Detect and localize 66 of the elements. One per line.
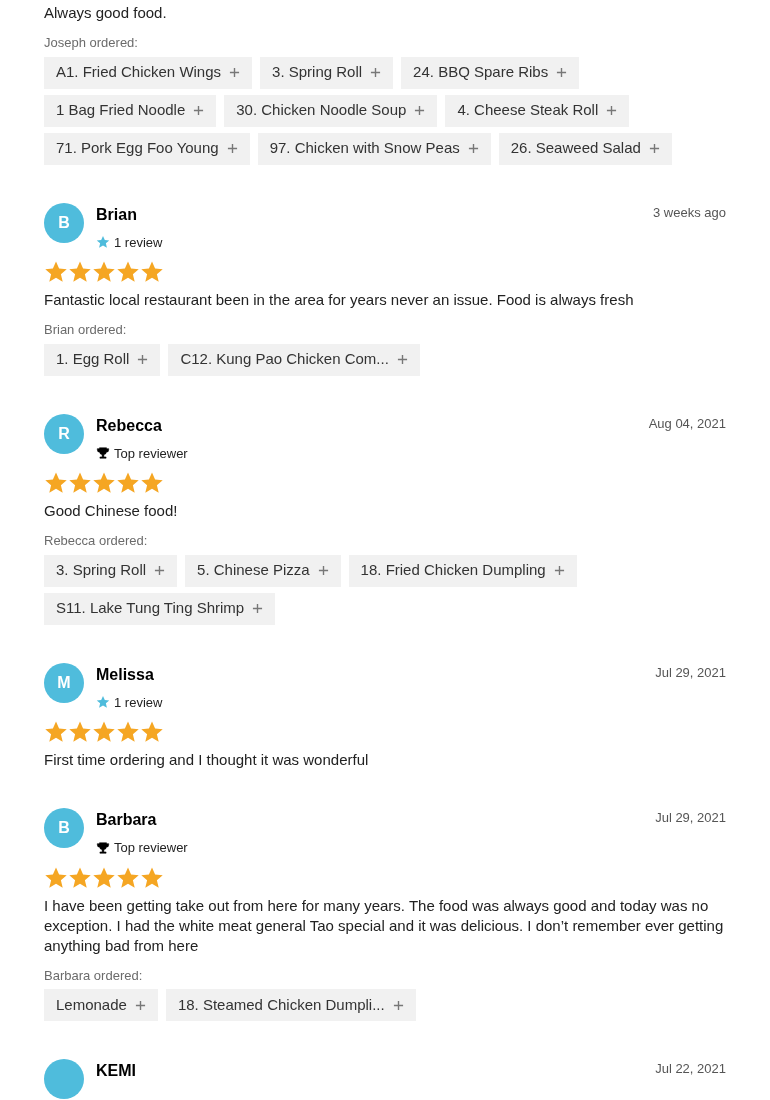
plus-icon — [317, 565, 329, 576]
review-text: Fantastic local restaurant been in the area for years never an issue. Food is always fresh — [44, 290, 635, 310]
plus-icon — [396, 354, 408, 365]
reviewer-label: 1 review — [114, 693, 163, 712]
menu-item-chip[interactable]: 30. Chicken Noodle Soup — [224, 94, 438, 127]
plus-icon — [193, 105, 205, 116]
avatar — [44, 1059, 84, 1099]
menu-item-chip[interactable]: 3. Spring Roll — [44, 554, 178, 587]
plus-icon — [606, 105, 618, 116]
plus-icon — [467, 143, 479, 154]
review-date: Aug 04, 2021 — [648, 414, 726, 433]
menu-item-chip[interactable]: C12. Kung Pao Chicken Com... — [168, 343, 420, 376]
plus-icon — [252, 603, 264, 614]
menu-item-chip[interactable]: 24. BBQ Spare Ribs — [401, 56, 580, 89]
plus-icon — [556, 67, 568, 78]
avatar: B — [44, 202, 84, 243]
reviewer-label: 1 review — [114, 233, 163, 252]
reviewer-label: Top reviewer — [114, 839, 188, 857]
menu-item-chip[interactable]: 1 Bag Fried Noodle — [44, 94, 217, 127]
plus-icon — [137, 354, 149, 365]
menu-item-chip[interactable]: 4. Cheese Steak Roll — [445, 94, 630, 127]
review-text: Good Chinese food! — [44, 501, 179, 521]
reviewer-name: Rebecca — [96, 415, 163, 436]
reviewer-name: KEMI — [96, 1061, 137, 1081]
reviewer-label: Top reviewer — [114, 444, 188, 463]
trophy-icon — [96, 446, 110, 461]
menu-item-chip[interactable]: 97. Chicken with Snow Peas — [257, 132, 491, 165]
menu-item-chip[interactable]: 26. Seaweed Salad — [498, 132, 672, 165]
avatar: B — [44, 808, 84, 848]
reviewer-name: Brian — [96, 204, 138, 225]
plus-icon — [154, 565, 166, 576]
plus-icon — [226, 143, 238, 154]
plus-icon — [648, 143, 660, 154]
menu-item-chip[interactable]: 3. Spring Roll — [260, 56, 394, 89]
menu-item-chip[interactable]: 71. Pork Egg Foo Young — [44, 132, 250, 165]
reviewer-name: Melissa — [96, 664, 155, 685]
avatar: R — [44, 413, 84, 454]
menu-item-chip[interactable]: 18. Steamed Chicken Dumpli... — [165, 989, 416, 1021]
menu-item-chip[interactable]: 18. Fried Chicken Dumpling — [348, 554, 577, 587]
plus-icon — [553, 565, 565, 576]
review-text: I have been getting take out from here for many years. The food was always good and today was no exception. I had the white meat general Tao special and it was delicious. I don’t remember ever getting anything bad from here — [44, 895, 725, 956]
menu-item-chip[interactable]: S11. Lake Tung Ting Shrimp — [44, 592, 276, 625]
menu-item-chip[interactable]: Lemonade — [44, 989, 158, 1021]
review-date: 3 weeks ago — [653, 203, 726, 222]
review-date: Jul 22, 2021 — [655, 1060, 726, 1078]
review-date: Jul 29, 2021 — [655, 809, 726, 827]
plus-icon — [414, 105, 426, 116]
ordered-label: Brian ordered: — [44, 321, 128, 339]
menu-item-chip[interactable]: A1. Fried Chicken Wings — [44, 56, 253, 89]
plus-icon — [370, 67, 382, 78]
review-date: Jul 29, 2021 — [655, 663, 726, 682]
ordered-label: Barbara ordered: — [44, 966, 144, 985]
ordered-label: Joseph ordered: — [44, 34, 139, 52]
star-icon — [96, 695, 110, 710]
reviewer-name: Barbara — [96, 810, 158, 830]
plus-icon — [392, 999, 404, 1011]
review-text: Always good food. — [44, 3, 168, 23]
review-text: First time ordering and I thought it was wonderful — [44, 750, 370, 770]
plus-icon — [134, 999, 146, 1011]
avatar: M — [44, 662, 84, 703]
star-icon — [96, 235, 110, 250]
plus-icon — [229, 67, 241, 78]
trophy-icon — [96, 840, 110, 855]
menu-item-chip[interactable]: 5. Chinese Pizza — [185, 554, 341, 587]
menu-item-chip[interactable]: 1. Egg Roll — [44, 343, 161, 376]
ordered-label: Rebecca ordered: — [44, 532, 149, 550]
